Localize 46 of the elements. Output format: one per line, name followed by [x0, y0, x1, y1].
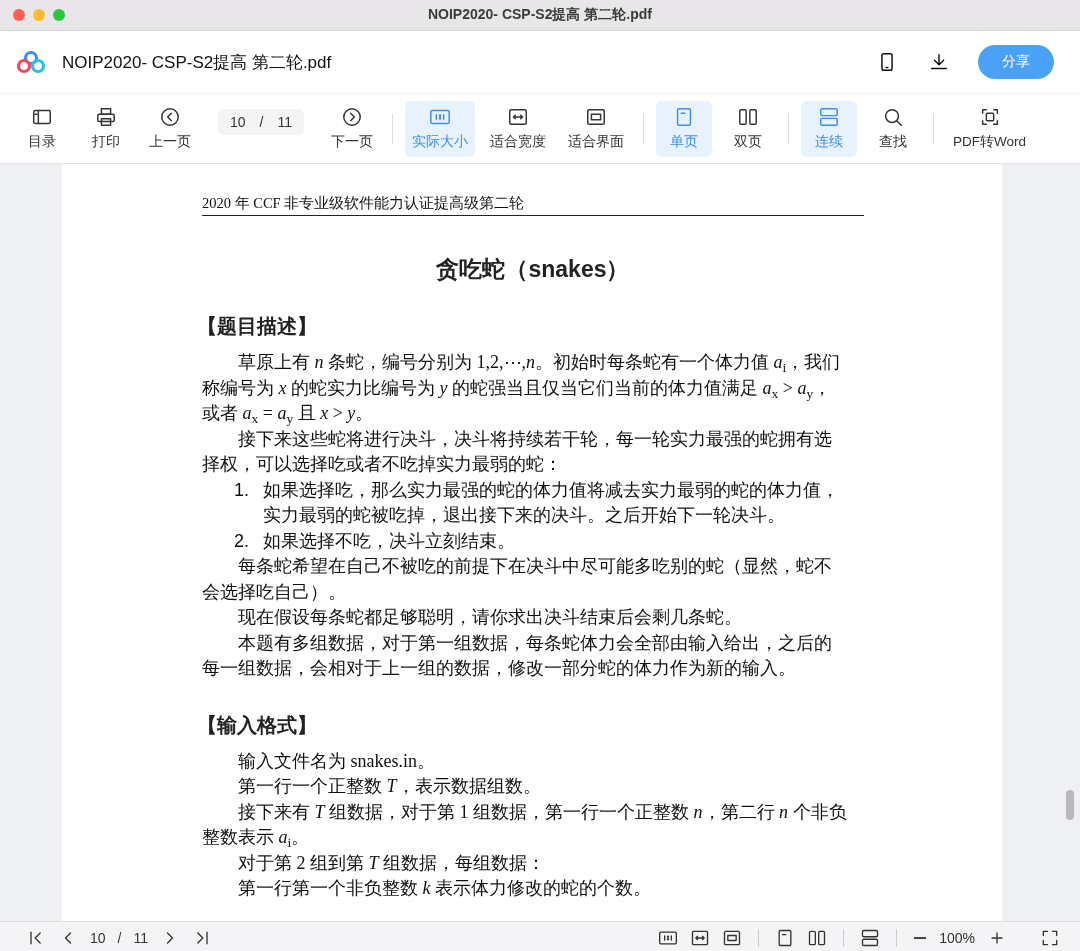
- toolbar-button[interactable]: 目录: [14, 100, 70, 157]
- print-icon: [95, 106, 117, 128]
- toolbar-button[interactable]: 查找: [865, 100, 921, 157]
- toolbar-button[interactable]: 打印: [78, 100, 134, 157]
- fit-page-icon: [585, 106, 607, 128]
- cloud-logo-icon: [16, 50, 46, 74]
- list-number: 1.: [234, 478, 250, 502]
- page-total: 11: [133, 929, 148, 946]
- section-heading: 【题目描述】: [197, 314, 318, 339]
- page-number[interactable]: 10: [90, 929, 106, 946]
- paragraph: 草原上有 n 条蛇，编号分别为 1,2,⋯,n。初始时每条蛇有一个体力值 a$_{i}$，我们称编号为 x 的蛇实力比编号为 y 的蛇强当且仅当它们当前的体力值满足 a$_{x}$ > a$_{y}$，或者 a$_{x}$ = a$_{y}$ 且 x > y。: [202, 351, 842, 427]
- continuous-pages-icon: [818, 106, 840, 128]
- paragraph: 对于第 2 组到第 T 组数据，每组数据：: [237, 851, 546, 875]
- paragraph: 接下来这些蛇将进行决斗，决斗将持续若干轮，每一轮实力最强的蛇拥有选择权，可以选择吃或者不吃掉实力最弱的蛇：: [202, 427, 833, 476]
- paragraph: 第一行一个正整数 T，表示数据组数。: [237, 775, 542, 798]
- list-number: 2.: [234, 529, 250, 553]
- toolbar-button[interactable]: 下一页: [324, 100, 380, 157]
- document-title: 贪吃蛇（snakes）: [435, 255, 631, 284]
- toolbar-button[interactable]: 上一页: [142, 100, 198, 157]
- file-name: NOIP2020- CSP-S2提高 第二轮.pdf: [62, 51, 333, 74]
- toolbar-button[interactable]: PDF转Word: [946, 100, 1034, 157]
- window-title: NOIP2020- CSP-S2提高 第二轮.pdf: [428, 6, 652, 24]
- list-item-text: 如果选择吃，那么实力最强的蛇的体力值将减去实力最弱的蛇的体力值，实力最弱的蛇被吃掉，退出接下来的决斗。之后开始下一轮决斗。: [263, 478, 840, 527]
- scrollbar-thumb[interactable]: [1066, 790, 1074, 820]
- page-separator: /: [117, 929, 122, 946]
- fit-width-icon: [507, 106, 529, 128]
- paragraph: 接下来有 T 组数据，对于第 1 组数据，第一行一个正整数 n，第二行 n 个非负整数表示 a$_{i}$。: [202, 800, 848, 851]
- paragraph: 本题有多组数据，对于第一组数据，每条蛇体力会全部由输入给出，之后的每一组数据，会相对于上一组的数据，修改一部分蛇的体力作为新的输入。: [202, 631, 833, 680]
- toolbar-button[interactable]: 适合宽度: [483, 100, 553, 157]
- paragraph: 第一行第一个非负整数 k 表示体力修改的蛇的个数。: [237, 877, 652, 900]
- continuous-pages-icon: [860, 927, 881, 948]
- chevron-left-icon: [159, 106, 181, 128]
- toolbar-button[interactable]: 双页: [720, 100, 776, 157]
- search-icon: [882, 106, 904, 128]
- page-number-field[interactable]: 10 / 11: [218, 108, 304, 135]
- paragraph: 现在假设每条蛇都足够聪明，请你求出决斗结束后会剩几条蛇。: [237, 606, 743, 629]
- list-item-text: 如果选择不吃，决斗立刻结束。: [263, 529, 516, 553]
- zoom-out-icon: [913, 936, 928, 939]
- double-page-icon: [737, 106, 759, 128]
- paragraph: 输入文件名为 snakes.in。: [237, 749, 436, 773]
- paragraph: 每条蛇希望在自己不被吃的前提下在决斗中尽可能多吃别的蛇（显然，蛇不会选择吃自己）。: [202, 555, 833, 604]
- toolbar-button[interactable]: 适合界面: [561, 100, 631, 157]
- chevron-right-icon: [341, 106, 363, 128]
- running-header: 2020 年 CCF 非专业级软件能力认证提高级第二轮: [202, 194, 864, 216]
- section-heading: 【输入格式】: [197, 712, 318, 738]
- zoom-level: 100%: [939, 929, 975, 946]
